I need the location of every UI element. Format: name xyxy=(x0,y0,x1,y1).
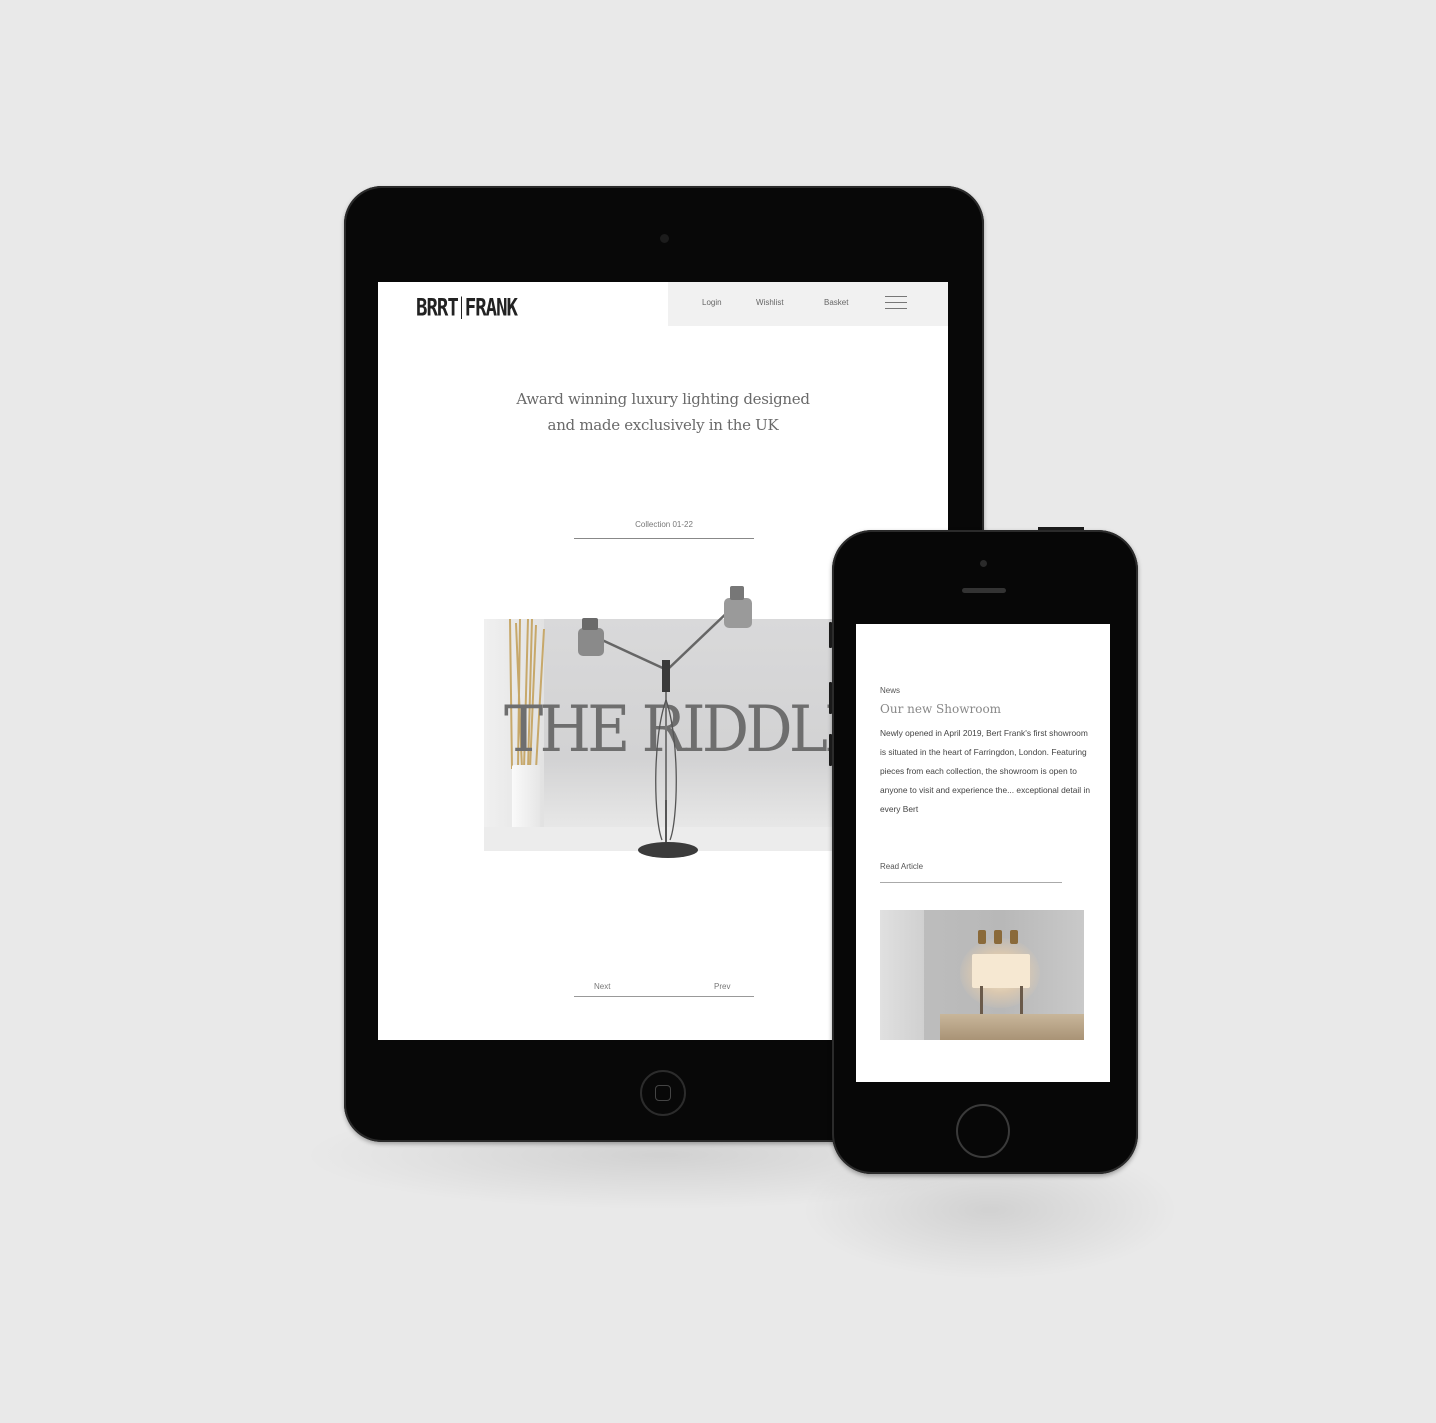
phone-volume-up xyxy=(829,682,832,714)
read-article-underline xyxy=(880,882,1062,883)
site-header: BRRT FRANK Login Wishlist Basket xyxy=(378,282,948,326)
phone-mute-switch xyxy=(829,622,832,648)
lamp-shade-right xyxy=(724,586,752,628)
lamp-leg xyxy=(980,986,983,1016)
phone-home-button[interactable] xyxy=(956,1104,1010,1158)
nav-wishlist[interactable]: Wishlist xyxy=(756,298,784,307)
pager-underline xyxy=(574,996,754,997)
phone-camera xyxy=(980,560,987,567)
pager-prev[interactable]: Prev xyxy=(714,982,730,991)
lamp-leg xyxy=(1020,986,1023,1016)
news-label: News xyxy=(880,686,901,695)
image-door xyxy=(880,910,924,1040)
lamp-bulb xyxy=(1010,930,1018,944)
top-nav: Login Wishlist Basket xyxy=(668,282,948,326)
lamp-bulb xyxy=(994,930,1002,944)
lamp-bulb xyxy=(978,930,986,944)
side-table xyxy=(940,1014,1084,1040)
nav-login[interactable]: Login xyxy=(702,298,722,307)
article-excerpt: Newly opened in April 2019, Bert Frank's… xyxy=(880,728,1090,814)
tablet-camera xyxy=(660,234,669,243)
phone-screen: News Our new Showroom Newly opened in Ap… xyxy=(856,624,1110,1082)
menu-icon[interactable] xyxy=(885,296,907,310)
phone-speaker xyxy=(962,588,1006,593)
brand-logo[interactable]: BRRT FRANK xyxy=(416,294,518,322)
lamp-shade xyxy=(972,954,1030,988)
phone-device: News Our new Showroom Newly opened in Ap… xyxy=(829,527,1138,1174)
read-article-link[interactable]: Read Article xyxy=(880,862,923,871)
article-title[interactable]: Our new Showroom xyxy=(880,702,1001,716)
nav-basket[interactable]: Basket xyxy=(824,298,848,307)
phone-volume-down xyxy=(829,734,832,766)
pager-next[interactable]: Next xyxy=(594,982,610,991)
lamp-shade-left xyxy=(578,618,604,656)
phone-power-button xyxy=(1038,527,1084,530)
riddle-lamp xyxy=(578,586,752,858)
article-image[interactable] xyxy=(880,910,1084,1040)
tablet-home-button[interactable] xyxy=(640,1070,686,1116)
vase xyxy=(512,765,540,835)
